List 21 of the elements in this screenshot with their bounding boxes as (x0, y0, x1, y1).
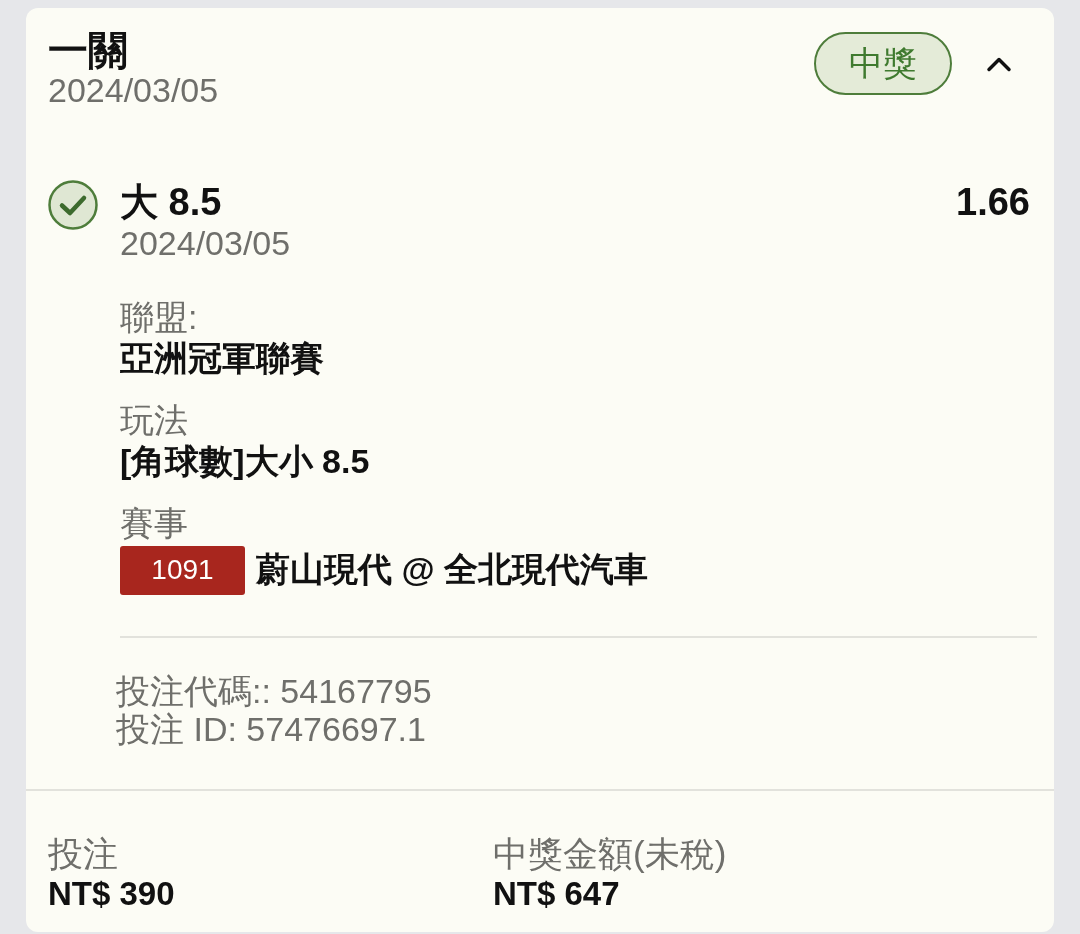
check-circle-icon (48, 180, 98, 230)
bet-type-title: 一關 (48, 28, 129, 72)
bet-date: 2024/03/05 (48, 72, 219, 108)
total-label: 投注 (48, 834, 119, 874)
match-teams: 蔚山現代 @ 全北現代汽車 (256, 549, 649, 590)
bet-code-text: 投注代碼:: 54167795 (116, 672, 433, 710)
field-label: 聯盟: (120, 297, 199, 337)
status-badge: 中獎 (814, 32, 952, 95)
selection-pick: 大 8.5 (120, 180, 222, 224)
total-label: 中獎金額(未稅) (493, 834, 728, 874)
selection-odds: 1.66 (956, 180, 1030, 224)
match-number-tag: 1091 (120, 545, 245, 595)
caret-icon[interactable] (986, 55, 1012, 72)
bet-id-text: 投注 ID: 57476697.1 (116, 710, 427, 748)
field-label: 賽事 (120, 503, 189, 543)
field-label: 玩法 (120, 400, 189, 440)
field-value: [角球數]大小 8.5 (120, 441, 371, 482)
field-value: 亞洲冠軍聯賽 (120, 338, 325, 379)
selection-date: 2024/03/05 (120, 224, 292, 262)
total-amount: NT$ 647 (493, 874, 621, 914)
total-amount: NT$ 390 (48, 874, 176, 914)
